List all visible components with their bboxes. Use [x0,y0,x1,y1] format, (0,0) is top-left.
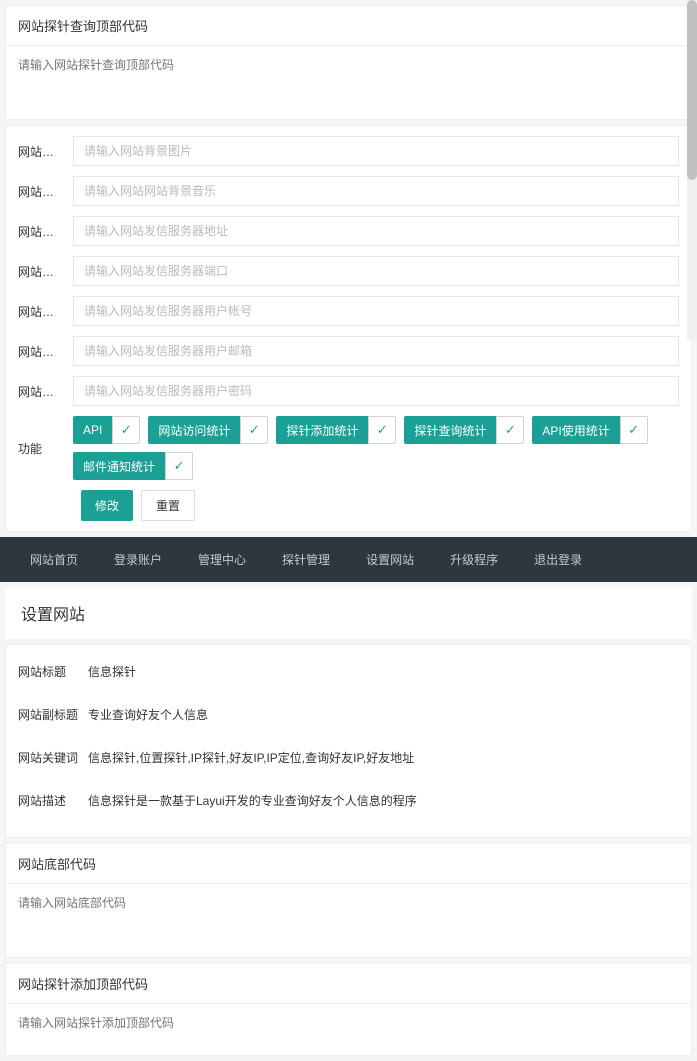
info-row: 网站关键词 信息探针,位置探针,IP探针,好友IP,IP定位,查询好友IP,好友… [18,741,679,774]
checkbox-label: 网站访问统计 [148,416,240,444]
form-row: 网站发信… [18,296,679,326]
nav-bar: 网站首页登录账户管理中心探针管理设置网站升级程序退出登录 [0,537,697,582]
reset-button[interactable]: 重置 [141,490,195,521]
panel-site-config: 网站背景… 网站背景… 网站发信… 网站发信… 网站发信… 网站发信… 网站发信… [5,125,692,532]
info-label: 网站副标题 [18,706,88,723]
page-title: 设置网站 [5,587,692,639]
nav-item[interactable]: 网站首页 [12,537,96,582]
feature-label: 功能 [18,440,73,457]
probe-query-top-code-textarea[interactable] [18,56,679,106]
info-row: 网站副标题 专业查询好友个人信息 [18,698,679,731]
nav-item[interactable]: 管理中心 [180,537,264,582]
panel-site-bottom-code: 网站底部代码 [5,843,692,958]
nav-item[interactable]: 登录账户 [96,537,180,582]
feature-row: 功能 API ✓ 网站访问统计 ✓ 探针添加统计 ✓ 探针查询统计 ✓ API使… [18,416,679,480]
field-input-6[interactable] [73,376,679,406]
form-row: 网站发信… [18,336,679,366]
submit-button[interactable]: 修改 [81,490,133,521]
nav-item[interactable]: 退出登录 [516,537,600,582]
probe-add-top-code-textarea[interactable] [18,1014,679,1042]
check-icon: ✓ [165,452,193,480]
panel-title: 网站探针添加顶部代码 [6,964,691,1004]
field-input-4[interactable] [73,296,679,326]
nav-item[interactable]: 升级程序 [432,537,516,582]
site-bottom-code-textarea[interactable] [18,894,679,944]
form-row: 网站发信… [18,216,679,246]
field-label: 网站发信… [18,223,73,240]
check-icon: ✓ [620,416,648,444]
form-row: 网站发信… [18,256,679,286]
nav-item[interactable]: 设置网站 [348,537,432,582]
field-label: 网站发信… [18,343,73,360]
field-label: 网站发信… [18,303,73,320]
button-row: 修改 重置 [81,490,679,521]
checkbox-label: 探针查询统计 [404,416,496,444]
panel-title: 网站底部代码 [6,844,691,884]
check-icon: ✓ [496,416,524,444]
feature-checkbox[interactable]: 邮件通知统计 ✓ [73,452,193,480]
info-value: 专业查询好友个人信息 [88,698,679,731]
field-input-0[interactable] [73,136,679,166]
scrollbar[interactable] [687,0,697,340]
info-row: 网站描述 信息探针是一款基于Layui开发的专业查询好友个人信息的程序 [18,784,679,817]
checkbox-label: 探针添加统计 [276,416,368,444]
info-label: 网站标题 [18,663,88,680]
feature-checkbox-group: API ✓ 网站访问统计 ✓ 探针添加统计 ✓ 探针查询统计 ✓ API使用统计… [73,416,679,480]
scrollbar-thumb[interactable] [687,0,697,180]
panel-site-info: 网站标题 信息探针 网站副标题 专业查询好友个人信息 网站关键词 信息探针,位置… [5,644,692,838]
nav-item[interactable]: 探针管理 [264,537,348,582]
check-icon: ✓ [368,416,396,444]
field-label: 网站发信… [18,383,73,400]
info-value: 信息探针是一款基于Layui开发的专业查询好友个人信息的程序 [88,784,679,817]
field-input-1[interactable] [73,176,679,206]
info-label: 网站描述 [18,792,88,809]
info-label: 网站关键词 [18,749,88,766]
feature-checkbox[interactable]: 探针添加统计 ✓ [276,416,396,444]
check-icon: ✓ [240,416,268,444]
form-row: 网站背景… [18,136,679,166]
checkbox-label: API使用统计 [532,416,619,444]
field-input-5[interactable] [73,336,679,366]
field-label: 网站背景… [18,143,73,160]
panel-title: 网站探针查询顶部代码 [6,6,691,46]
check-icon: ✓ [112,416,140,444]
feature-checkbox[interactable]: 探针查询统计 ✓ [404,416,524,444]
info-value: 信息探针,位置探针,IP探针,好友IP,IP定位,查询好友IP,好友地址 [88,741,679,774]
field-label: 网站背景… [18,183,73,200]
feature-checkbox[interactable]: API ✓ [73,416,140,444]
form-row: 网站背景… [18,176,679,206]
checkbox-label: API [73,416,112,444]
feature-checkbox[interactable]: API使用统计 ✓ [532,416,647,444]
checkbox-label: 邮件通知统计 [73,452,165,480]
field-input-2[interactable] [73,216,679,246]
field-label: 网站发信… [18,263,73,280]
panel-probe-add-top-code: 网站探针添加顶部代码 [5,963,692,1056]
panel-probe-query-top-code: 网站探针查询顶部代码 [5,5,692,120]
form-row: 网站发信… [18,376,679,406]
feature-checkbox[interactable]: 网站访问统计 ✓ [148,416,268,444]
field-input-3[interactable] [73,256,679,286]
